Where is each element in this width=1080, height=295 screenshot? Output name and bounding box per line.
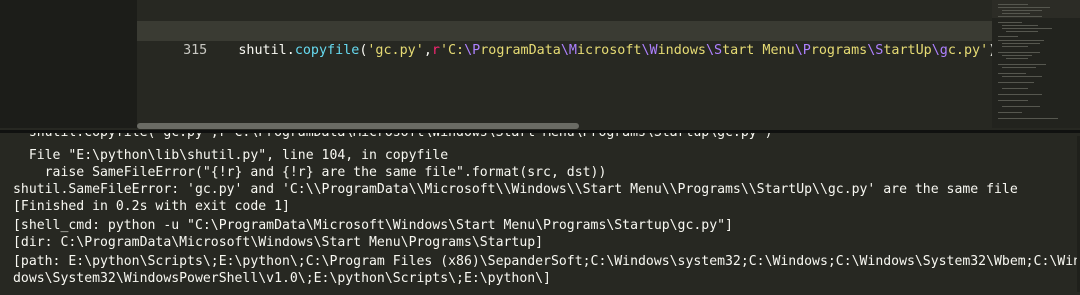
minimap-line [1002, 13, 1030, 14]
minimap-line [998, 64, 1046, 65]
minimap-line [998, 4, 1028, 5]
escape-token: \P [464, 43, 481, 58]
output-line: shutil.SameFileError: 'gc.py' and 'C:\\P… [13, 182, 1018, 197]
object-token: shutil. [238, 43, 295, 58]
minimap-line [1002, 46, 1028, 47]
string-token: rogramData [480, 43, 561, 58]
escape-token: \S [867, 43, 884, 58]
scrollbar-thumb[interactable] [137, 123, 579, 129]
output-line: [Finished in 0.2s with exit code 1] [13, 199, 290, 214]
escape-token: \g [931, 43, 948, 58]
string-token: indows [657, 43, 706, 58]
minimap-line [1002, 25, 1038, 26]
sidebar-panel [0, 0, 137, 128]
output-line: File "E:\python\lib\shutil.py", line 104… [13, 148, 449, 163]
minimap[interactable] [992, 0, 1080, 128]
string-token: rograms [810, 43, 868, 58]
path-string: 'C:\ProgramData\Microsoft\Windows\Start … [440, 43, 988, 58]
minimap-line [1006, 58, 1028, 59]
minimap-line [998, 94, 1042, 95]
code-line[interactable]: 314 import shutil [137, 2, 343, 39]
string-token: tart Menu [722, 43, 795, 58]
string-token: c.py' [947, 43, 989, 58]
string-token: 'C: [439, 43, 465, 58]
function-token: copyfile [294, 43, 360, 58]
minimap-line [998, 82, 1034, 83]
minimap-line [1002, 67, 1036, 68]
minimap-line [998, 118, 1058, 119]
raw-prefix-token: r [431, 43, 440, 58]
minimap-line [1002, 76, 1042, 77]
minimap-line [998, 22, 1022, 23]
output-line: [dir: C:\ProgramData\Microsoft\Windows\S… [13, 235, 544, 250]
string-token: 'gc.py' [367, 43, 424, 58]
minimap-line [998, 40, 1044, 41]
minimap-line [1002, 43, 1040, 44]
minimap-line [998, 73, 1026, 74]
minimap-line [998, 7, 1050, 8]
escape-token: \P [794, 43, 811, 58]
minimap-line [1002, 88, 1028, 89]
horizontal-scrollbar[interactable] [137, 121, 992, 130]
minimap-line [1002, 55, 1032, 56]
escape-token: \W [641, 43, 658, 58]
minimap-line [1002, 28, 1052, 29]
output-line: [shell_cmd: python -u "C:\ProgramData\Mi… [13, 218, 733, 233]
comma-token: , [423, 43, 432, 58]
output-line: shutil.copyfile('gc.py',r'C:\ProgramData… [13, 133, 773, 141]
minimap-line [1002, 10, 1042, 11]
output-line: raise SameFileError("{!r} and {!r} are t… [13, 165, 607, 180]
minimap-line [1002, 106, 1040, 107]
string-token: icrosoft [577, 43, 642, 58]
output-line: dows\System32\WindowsPowerShell\v1.0\;E:… [13, 271, 551, 286]
minimap-line [998, 100, 1028, 101]
code-line-current[interactable]: 315 shutil.copyfile('gc.py',r'C:\Program… [137, 21, 996, 58]
string-token: tartUp [883, 43, 932, 58]
minimap-line [998, 52, 1040, 53]
minimap-line [998, 16, 1042, 17]
build-output-panel[interactable]: shutil.copyfile('gc.py',r'C:\ProgramData… [0, 133, 1080, 295]
escape-token: \S [706, 43, 723, 58]
escape-token: \M [560, 43, 577, 58]
minimap-line [1006, 31, 1038, 32]
minimap-line [998, 112, 1022, 113]
code-editor[interactable]: 314 import shutil 315 shutil.copyfile('g… [137, 0, 996, 128]
output-line: [path: E:\python\Scripts\;E:\python\;C:\… [13, 254, 1080, 269]
minimap-line [998, 36, 1018, 37]
